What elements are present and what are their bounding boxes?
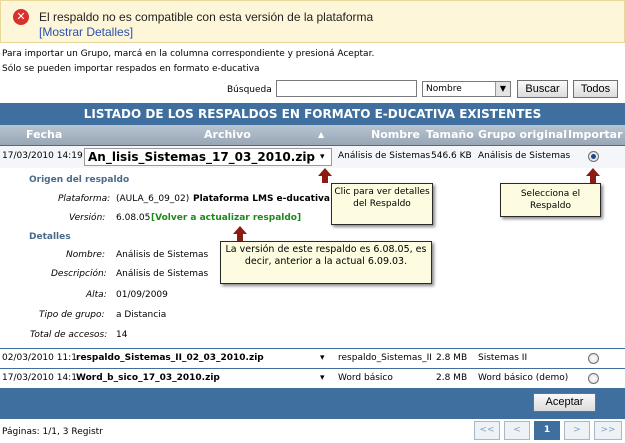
import-radio[interactable]: [588, 151, 599, 162]
row-grupo: Sistemas II: [478, 353, 528, 363]
nombre-value: Análisis de Sistemas: [116, 250, 209, 260]
alta-value: 01/09/2009: [116, 290, 168, 300]
accept-button[interactable]: Aceptar: [533, 393, 596, 412]
row-nombre: Análisis de Sistemas: [338, 151, 431, 161]
row-archivo[interactable]: respaldo_Sistemas_II_02_03_2010.zip: [76, 353, 264, 363]
table-row[interactable]: 17/03/2010 14:19 An_lisis_Sistemas_17_03…: [0, 146, 625, 168]
pager-current[interactable]: 1: [534, 421, 560, 440]
origin-section-title: Origen del respaldo: [29, 175, 130, 185]
column-header-tamano[interactable]: Tamaño: [426, 128, 474, 141]
table-title: LISTADO DE LOS RESPALDOS EN FORMATO E-DU…: [0, 103, 625, 125]
row-fecha: 02/03/2010 11:1: [2, 353, 77, 363]
search-button[interactable]: Buscar: [517, 80, 568, 98]
arrow-up-icon: [318, 168, 332, 176]
tipo-grupo-label: Tipo de grupo:: [39, 310, 105, 320]
row-tamano: 2.8 MB: [436, 353, 468, 363]
instruction-line-1: Para importar un Grupo, marcá en la colu…: [2, 49, 375, 59]
row-tamano: 2.8 MB: [436, 373, 468, 383]
show-details-link[interactable]: [Mostrar Detalles]: [39, 25, 133, 39]
column-header-nombre[interactable]: Nombre: [371, 128, 420, 141]
version-label: Versión:: [69, 213, 106, 223]
version-value: 6.08.05: [116, 213, 151, 223]
total-accesos-label: Total de accesos:: [30, 330, 108, 340]
table-header-row: Fecha Archivo ▲ Nombre Tamaño Grupo orig…: [0, 125, 625, 145]
pages-info: Páginas: 1/1, 3 Registr: [2, 427, 103, 437]
arrow-stem: [590, 176, 596, 183]
details-section-title: Detalles: [29, 232, 71, 242]
column-header-grupo[interactable]: Grupo original: [478, 128, 567, 141]
row-fecha: 17/03/2010 14:19: [2, 151, 83, 161]
arrow-stem: [322, 176, 328, 183]
descripcion-value: Análisis de Sistemas: [116, 269, 209, 279]
error-banner: ✕ El respaldo no es compatible con esta …: [0, 0, 625, 43]
instruction-line-2: Sólo se pueden importar respados en form…: [2, 64, 260, 74]
row-grupo: Análisis de Sistemas: [478, 151, 571, 161]
import-radio[interactable]: [588, 353, 599, 364]
plataforma-name: Plataforma LMS e-ducativa: [193, 194, 330, 204]
table-row[interactable]: 17/03/2010 14:1 Word_b_sico_17_03_2010.z…: [0, 369, 625, 388]
descripcion-label: Descripción:: [51, 269, 107, 279]
search-label: Búsqueda: [227, 85, 272, 95]
row-grupo: Word básico (demo): [478, 373, 569, 383]
chevron-down-icon[interactable]: ▾: [320, 373, 325, 383]
nombre-label: Nombre:: [66, 250, 105, 260]
table-footer-bar: Aceptar: [0, 388, 625, 418]
error-message: El respaldo no es compatible con esta ve…: [39, 10, 374, 24]
callout-view-details: Clic para ver detalles del Respaldo: [331, 183, 433, 225]
row-nombre: respaldo_Sistemas_II: [338, 353, 432, 363]
callout-version-info: La versión de este respaldo es 6.08.05, …: [220, 241, 432, 284]
tipo-grupo-value: a Distancia: [116, 310, 167, 320]
row-archivo[interactable]: Word_b_sico_17_03_2010.zip: [76, 373, 220, 383]
callout-select-backup: Selecciona el Respaldo: [500, 183, 601, 217]
column-header-archivo[interactable]: Archivo: [204, 128, 251, 141]
table-row[interactable]: 02/03/2010 11:1 respaldo_Sistemas_II_02_…: [0, 349, 625, 368]
total-accesos-value: 14: [116, 330, 128, 340]
chevron-down-icon[interactable]: ▼: [495, 82, 510, 96]
pager-next[interactable]: >: [564, 421, 590, 440]
chevron-down-icon[interactable]: ▾: [320, 152, 325, 162]
pager-prev[interactable]: <: [504, 421, 530, 440]
plataforma-code: (AULA_6_09_02): [116, 194, 190, 204]
sort-select[interactable]: Nombre ▼: [422, 81, 511, 97]
error-icon: ✕: [13, 9, 29, 25]
row-fecha: 17/03/2010 14:1: [2, 373, 77, 383]
all-button[interactable]: Todos: [573, 80, 618, 98]
row-archivo[interactable]: An_lisis_Sistemas_17_03_2010.zip: [88, 150, 315, 164]
sort-select-value: Nombre: [426, 84, 462, 94]
import-radio[interactable]: [588, 373, 599, 384]
row-tamano: 546.6 KB: [431, 151, 472, 161]
chevron-down-icon[interactable]: ▾: [320, 353, 325, 363]
column-header-importar: Importar: [568, 128, 623, 141]
plataforma-label: Plataforma:: [58, 194, 111, 204]
arrow-up-icon: [233, 226, 247, 234]
arrow-up-icon: [586, 168, 600, 176]
pager-last[interactable]: >>: [594, 421, 622, 440]
sort-ascending-icon[interactable]: ▲: [318, 130, 324, 139]
row-nombre: Word básico: [338, 373, 393, 383]
arrow-stem: [237, 234, 243, 241]
column-header-fecha[interactable]: Fecha: [26, 128, 62, 141]
alta-label: Alta:: [86, 290, 107, 300]
search-input[interactable]: [276, 80, 417, 97]
pager-first[interactable]: <<: [474, 421, 500, 440]
update-backup-link[interactable]: [Volver a actualizar respaldo]: [151, 213, 301, 223]
